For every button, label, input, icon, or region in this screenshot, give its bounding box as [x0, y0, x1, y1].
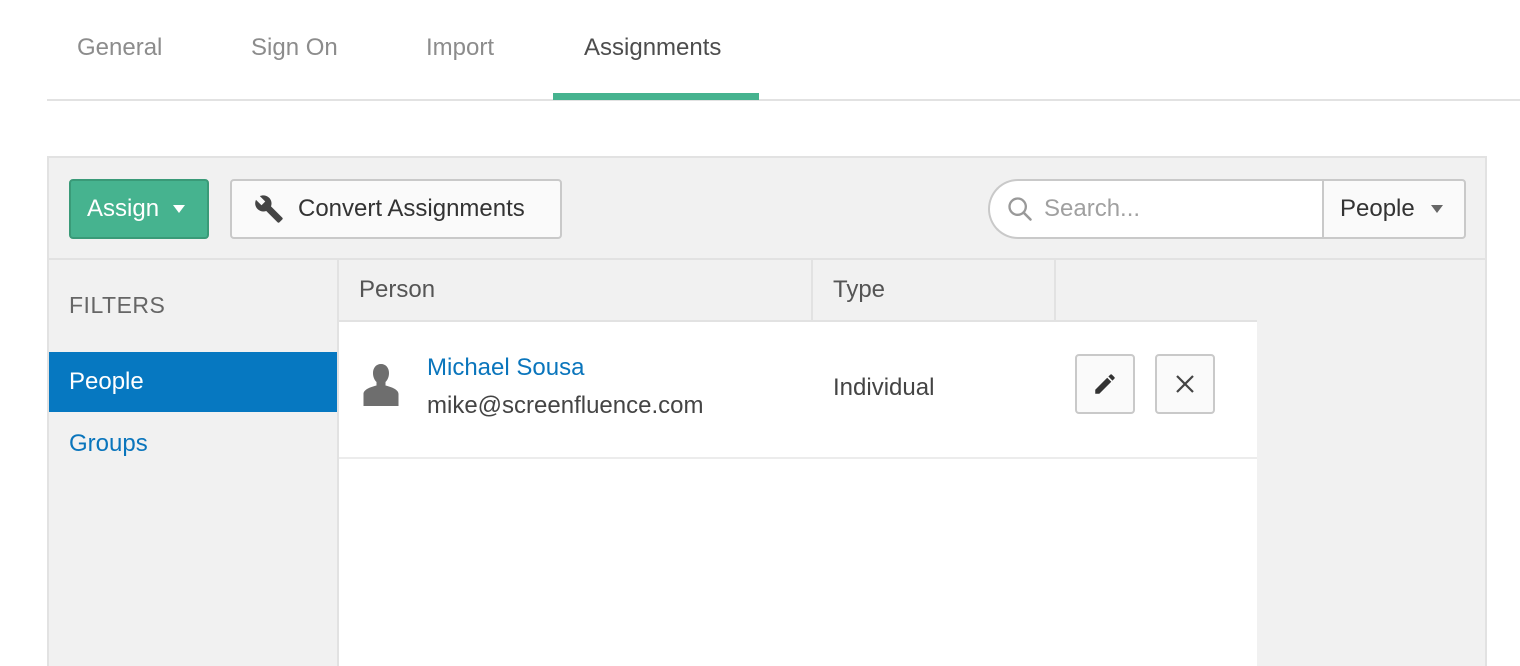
- active-tab-indicator: [553, 93, 759, 100]
- column-header-person: Person: [339, 260, 813, 320]
- convert-assignments-label: Convert Assignments: [298, 195, 525, 222]
- close-icon: [1176, 375, 1194, 393]
- search-box: [988, 179, 1328, 239]
- tab-import[interactable]: Import: [426, 34, 494, 62]
- filters-title: FILTERS: [69, 292, 166, 318]
- search-scope-dropdown[interactable]: People: [1322, 179, 1466, 239]
- tab-bar: General Sign On Import Assignments: [47, 0, 1520, 101]
- search-scope-label: People: [1340, 195, 1415, 222]
- table-header: Person Type: [339, 260, 1257, 322]
- filter-item-people[interactable]: People: [49, 352, 337, 412]
- table-row: Michael Sousa mike@screenfluence.com Ind…: [339, 322, 1257, 459]
- person-name-link[interactable]: Michael Sousa: [427, 354, 584, 382]
- column-header-type: Type: [813, 260, 1056, 320]
- wrench-icon: [255, 195, 283, 223]
- toolbar: Assign Convert Assignments People: [49, 158, 1485, 260]
- filters-sidebar: FILTERS People Groups: [49, 260, 339, 666]
- tab-sign-on[interactable]: Sign On: [251, 34, 338, 62]
- remove-button[interactable]: [1155, 354, 1215, 414]
- assignments-panel: Assign Convert Assignments People FILTER…: [47, 156, 1487, 666]
- assign-button-label: Assign: [87, 195, 160, 222]
- search-input[interactable]: [1044, 195, 1314, 223]
- person-icon: [363, 364, 399, 406]
- caret-down-icon: [1430, 205, 1443, 213]
- tab-general[interactable]: General: [77, 34, 162, 62]
- filter-item-groups[interactable]: Groups: [49, 414, 337, 474]
- pencil-icon: [1095, 374, 1115, 394]
- assignment-type: Individual: [833, 374, 935, 401]
- convert-assignments-button[interactable]: Convert Assignments: [230, 179, 562, 239]
- tab-assignments[interactable]: Assignments: [584, 34, 721, 62]
- caret-down-icon: [173, 205, 186, 213]
- assignments-table: Person Type Michael Sousa mike@screenflu…: [339, 260, 1257, 666]
- person-email: mike@screenfluence.com: [427, 392, 704, 419]
- assign-button[interactable]: Assign: [69, 179, 209, 239]
- search-icon: [1008, 197, 1032, 221]
- edit-button[interactable]: [1075, 354, 1135, 414]
